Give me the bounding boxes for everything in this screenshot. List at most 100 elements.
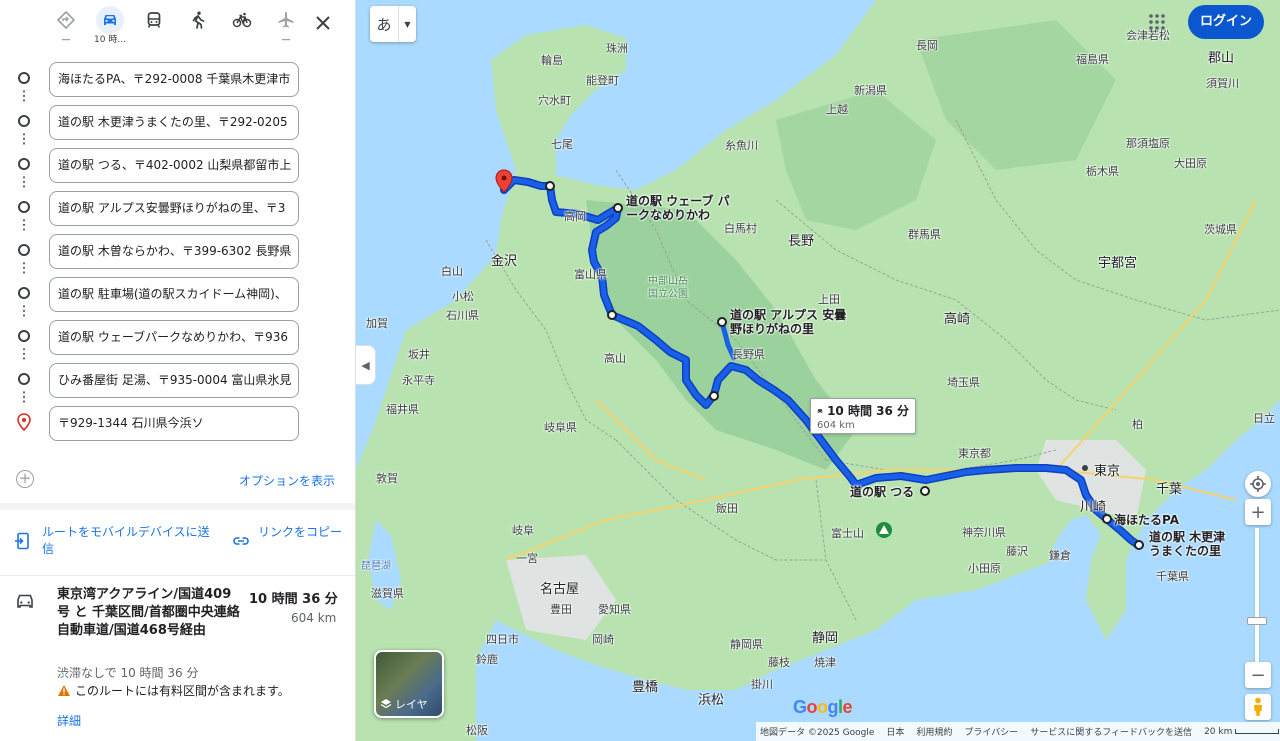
add-stop-icon[interactable]: + xyxy=(16,470,34,488)
mode-bicycle-button[interactable] xyxy=(220,6,264,46)
layers-button[interactable]: レイヤ xyxy=(374,650,444,718)
input-tools-button[interactable]: あ ▼ xyxy=(370,6,416,42)
drag-handle-dots[interactable] xyxy=(23,132,25,146)
map-label: 高山 xyxy=(604,352,626,365)
destination-input[interactable]: 〒929-1344 石川県今浜ソ xyxy=(49,406,299,441)
zoom-out-button[interactable]: − xyxy=(1245,662,1271,688)
scale-indicator[interactable]: 20 km xyxy=(1204,727,1280,737)
route-info-box[interactable]: 10 時間 36 分 604 km xyxy=(810,398,916,434)
map-label: 飯田 xyxy=(716,502,738,515)
zoom-slider-track[interactable] xyxy=(1255,528,1259,664)
chevron-left-icon: ◀ xyxy=(361,358,370,372)
layers-icon xyxy=(380,699,392,709)
traffic-note: 渋滞なしで 10 時間 36 分 xyxy=(57,666,199,680)
add-destination-row: + オプションを表示 xyxy=(0,466,355,494)
map-label: 白馬村 xyxy=(724,222,757,235)
info-duration: 10 時間 36 分 xyxy=(827,404,909,418)
waypoint-input[interactable]: 道の駅 アルプス安曇野ほりがねの里、〒3 xyxy=(49,191,299,226)
chevron-down-icon: ▼ xyxy=(398,6,416,42)
close-icon xyxy=(316,16,330,30)
mode-car-button[interactable]: 10 時... xyxy=(88,6,132,46)
map-label: 糸魚川 xyxy=(725,139,758,152)
pegman-icon xyxy=(1254,697,1262,716)
collapse-panel-button[interactable]: ◀ xyxy=(356,345,376,385)
map-label: 日立 xyxy=(1253,412,1275,425)
drag-handle-dots[interactable] xyxy=(23,218,25,232)
map-label: 那須塩原 xyxy=(1126,137,1170,150)
details-link[interactable]: 詳細 xyxy=(57,712,81,729)
map-label: 滋賀県 xyxy=(371,587,404,600)
waypoint-row: 道の駅 アルプス安曇野ほりがねの里、〒3 xyxy=(0,189,355,232)
privacy-link[interactable]: プライバシー xyxy=(964,725,1018,738)
drag-handle-dots[interactable] xyxy=(23,89,25,103)
zoom-in-button[interactable]: + xyxy=(1245,499,1271,525)
waypoint-input[interactable]: 道の駅 駐車場(道の駅スカイドーム神岡)、 xyxy=(49,277,299,312)
mode-best-button[interactable]: — xyxy=(44,6,88,46)
drag-handle-dots[interactable] xyxy=(23,175,25,189)
map-label: 宇都宮 xyxy=(1098,256,1138,271)
waypoint-circle-icon xyxy=(18,287,30,299)
map-label: 柏 xyxy=(1132,418,1143,431)
waypoint-circle-icon xyxy=(18,158,30,170)
my-location-button[interactable] xyxy=(1245,471,1271,497)
mode-flight-button[interactable]: — xyxy=(264,6,308,46)
stop-label-umihotaru[interactable]: 海ほたるPA xyxy=(1114,513,1179,527)
car-icon xyxy=(96,6,124,34)
route-distance: 604 km xyxy=(291,611,337,625)
map-label: 神奈川県 xyxy=(962,526,1006,539)
feedback-link[interactable]: サービスに関するフィードバックを送信 xyxy=(1030,725,1192,738)
drag-handle-dots[interactable] xyxy=(23,304,25,318)
waypoint-circle-icon xyxy=(18,330,30,342)
map-label: 浜松 xyxy=(698,693,725,708)
map-label: 鈴鹿 xyxy=(476,653,498,666)
waypoint-input[interactable]: 道の駅 木更津うまくたの里、〒292-0205 xyxy=(49,105,299,140)
map-label: 輪島 xyxy=(541,54,563,67)
bicycle-icon xyxy=(228,6,256,34)
close-directions-button[interactable] xyxy=(310,10,336,36)
map-label: 石川県 xyxy=(446,309,479,322)
show-options-link[interactable]: オプションを表示 xyxy=(239,472,335,489)
waypoint-input[interactable]: 道の駅 ウェーブパークなめりかわ、〒936 xyxy=(49,320,299,355)
airplane-icon xyxy=(272,6,300,34)
stop-label-kisarazu[interactable]: 道の駅 木更津 うまくたの里 xyxy=(1149,530,1231,558)
map-label: 新潟県 xyxy=(854,84,887,97)
map-label: 岐阜 xyxy=(512,524,534,537)
map-canvas[interactable]: 輪島 珠洲 能登町 穴水町 七尾 高岡 金沢 白山 小松 石川県 加賀 坂井 永… xyxy=(356,0,1280,741)
drag-handle-dots[interactable] xyxy=(23,261,25,275)
send-to-phone-icon xyxy=(15,532,29,550)
stop-label-azumino[interactable]: 道の駅 アルプス 安曇野ほりがねの里 xyxy=(730,308,850,336)
map-label: 金沢 xyxy=(491,254,518,269)
send-to-device-button[interactable]: ルートをモバイルデバイスに送信 xyxy=(14,524,214,558)
waypoint-row: 道の駅 つる、〒402-0002 山梨県都留市上 xyxy=(0,146,355,189)
login-button[interactable]: ログイン xyxy=(1188,5,1264,39)
map-label: 七尾 xyxy=(551,138,573,151)
waypoint-input[interactable]: 道の駅 つる、〒402-0002 山梨県都留市上 xyxy=(49,148,299,183)
plus-icon: + xyxy=(1250,501,1266,523)
street-view-pegman-button[interactable] xyxy=(1245,694,1271,720)
waypoint-input[interactable]: 海ほたるPA、〒292-0008 千葉県木更津市 xyxy=(49,62,299,97)
stop-label-tsuru[interactable]: 道の駅 つる xyxy=(850,485,914,499)
map-label: 上田 xyxy=(818,293,840,306)
stop-label-wave-park[interactable]: 道の駅 ウェーブ パークなめりかわ xyxy=(626,194,741,222)
copy-link-button[interactable]: リンクをコピー xyxy=(232,524,352,550)
map-label: 敦賀 xyxy=(376,472,398,485)
zoom-slider-handle[interactable] xyxy=(1247,617,1267,625)
mode-walk-button[interactable] xyxy=(176,6,220,46)
map-label: 静岡 xyxy=(812,631,839,646)
drag-handle-dots[interactable] xyxy=(23,390,25,404)
map-label: 上越 xyxy=(826,103,848,116)
apps-grid-icon[interactable] xyxy=(1148,13,1166,31)
region-link[interactable]: 日本 xyxy=(886,725,904,738)
terms-link[interactable]: 利用規約 xyxy=(916,725,952,738)
map-label: 藤枝 xyxy=(768,656,790,669)
share-row: ルートをモバイルデバイスに送信 リンクをコピー xyxy=(0,522,355,564)
waypoint-list: 海ほたるPA、〒292-0008 千葉県木更津市 道の駅 木更津うまくたの里、〒… xyxy=(0,60,355,447)
waypoint-input[interactable]: 道の駅 木曽ならかわ、〒399-6302 長野県 xyxy=(49,234,299,269)
map-label: 岡崎 xyxy=(592,633,614,646)
waypoint-input[interactable]: ひみ番屋街 足湯、〒935-0004 富山県氷見 xyxy=(49,363,299,398)
scale-bar xyxy=(1235,728,1280,734)
mode-transit-button[interactable] xyxy=(132,6,176,46)
car-icon xyxy=(817,408,823,413)
map-label: 藤沢 xyxy=(1006,545,1028,558)
drag-handle-dots[interactable] xyxy=(23,347,25,361)
